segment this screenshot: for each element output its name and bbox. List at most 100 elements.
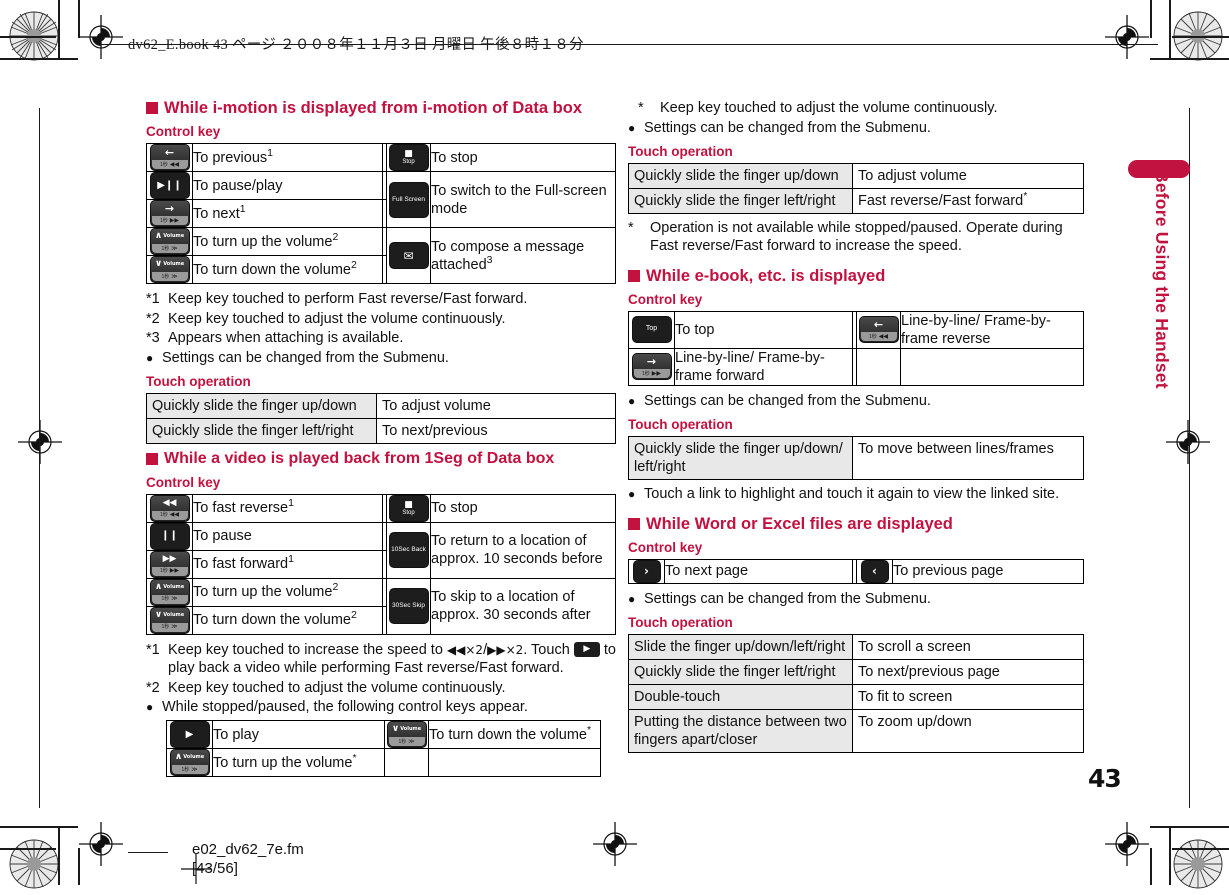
touch-action: Quickly slide the finger up/down bbox=[146, 392, 377, 419]
crop-line-bottom-right-v2 bbox=[1150, 848, 1152, 885]
to-top-caption: Top bbox=[645, 325, 658, 333]
volume-down-key-icon[interactable]: ∨ Volume 1秒 ≫ bbox=[146, 255, 193, 284]
registration-crosshair-mid-right bbox=[1166, 420, 1210, 464]
touch-action: Quickly slide the finger left/right bbox=[628, 187, 853, 214]
control-row-label: To turn up the volume bbox=[193, 584, 333, 600]
compose-message-glyph: ✉ bbox=[403, 248, 414, 263]
footnote-text: Keep key touched to adjust the volume co… bbox=[660, 100, 998, 116]
control-key-label-2: Control key bbox=[146, 474, 221, 490]
crop-line-top-h1 bbox=[0, 58, 78, 60]
footnote-text: Settings can be changed from the Submenu… bbox=[644, 392, 931, 409]
compose-message-key-icon[interactable]: ✉ bbox=[386, 227, 431, 284]
stop-key-caption: Stop bbox=[402, 159, 415, 166]
volume-up-key-icon[interactable]: ∧ Volume 1秒 ≫ bbox=[146, 227, 193, 256]
crop-line-bottom-right-h1 bbox=[1150, 826, 1229, 828]
thirty-sec-skip-key-icon[interactable]: 30Sec Skip bbox=[386, 577, 431, 635]
footnote-item: ● Settings can be changed from the Subme… bbox=[628, 392, 1084, 411]
touch-operation-table-1seg: Quickly slide the finger up/down To adju… bbox=[628, 162, 1084, 214]
touch-operation-table-ebook: Quickly slide the finger up/down/ left/r… bbox=[628, 435, 1084, 480]
control-row-label: To compose a message attached bbox=[431, 238, 585, 273]
full-screen-key-caption: Full Screen bbox=[392, 195, 425, 203]
bullet-icon: ● bbox=[628, 591, 636, 606]
touch-operation-table-word-excel: Slide the finger up/down/left/right To s… bbox=[628, 633, 1084, 753]
touch-operation-label-4: Touch operation bbox=[628, 614, 733, 630]
full-screen-key-icon[interactable]: Full Screen bbox=[386, 171, 431, 228]
pause-key-icon[interactable]: ❙❙ bbox=[146, 521, 193, 551]
stop-key-icon[interactable]: ■ Stop bbox=[386, 143, 431, 172]
registration-crosshair-bottom-left bbox=[79, 822, 123, 866]
section-heading-imotion: While i-motion is displayed from i-motio… bbox=[146, 98, 616, 118]
footer-file-info: e02_dv62_7e.fm [43/56] bbox=[192, 840, 304, 878]
registration-star-mark-bottom-left bbox=[8, 838, 60, 890]
footnote-ref: 2 bbox=[332, 581, 339, 594]
control-row-label: To top bbox=[674, 310, 853, 349]
volume-up-key-icon[interactable]: ∧ Volume 1秒 ≫ bbox=[166, 748, 213, 777]
touch-action: Double-touch bbox=[628, 683, 853, 710]
footnote-item: ● Settings can be changed from the Subme… bbox=[628, 119, 1084, 138]
footnote-ref: * bbox=[352, 751, 357, 764]
control-row-label: To return to a location of approx. 10 se… bbox=[430, 521, 616, 579]
crop-line-top-right-v2 bbox=[1150, 0, 1152, 38]
touch-action: Quickly slide the finger up/down bbox=[628, 162, 853, 189]
section-heading-text: While i-motion is displayed from i-motio… bbox=[164, 99, 583, 117]
bullet-icon: ● bbox=[628, 486, 636, 501]
control-row-label: To next page bbox=[664, 558, 853, 584]
pause-play-key-icon[interactable]: ▶❙❙ bbox=[146, 171, 193, 200]
volume-up-key-icon[interactable]: ∧ Volume 1秒 ≫ bbox=[146, 577, 193, 607]
footnote-text: Keep key touched to adjust the volume co… bbox=[168, 679, 506, 696]
stop-key-icon[interactable]: ■ Stop bbox=[386, 493, 431, 523]
footnote-item: ● Touch a link to highlight and touch it… bbox=[628, 485, 1084, 504]
footnote-text: While stopped/paused, the following cont… bbox=[162, 699, 528, 715]
next-key-icon[interactable]: → 1秒 ▶▶ bbox=[146, 199, 193, 228]
control-row-label: To turn down the volume bbox=[193, 612, 351, 628]
touch-result: Fast reverse/Fast forward bbox=[858, 192, 1024, 209]
fast-reverse-key-icon[interactable]: ◀◀ 1秒 ◀◀ bbox=[146, 493, 193, 523]
control-row-label: To turn up the volume bbox=[193, 233, 333, 250]
play-key-icon[interactable]: ▶ bbox=[166, 720, 213, 749]
crop-line-bottom-v1 bbox=[58, 826, 60, 885]
touch-result: To adjust volume bbox=[852, 162, 1084, 189]
table-row: Quickly slide the finger up/down To adju… bbox=[146, 392, 616, 419]
ten-sec-back-key-icon[interactable]: 10Sec Back bbox=[386, 521, 431, 579]
touch-action: Quickly slide the finger left/right bbox=[146, 417, 377, 444]
footnote-text-b: . Touch bbox=[523, 641, 574, 658]
empty-cell bbox=[856, 347, 901, 386]
play-key-inline-icon[interactable]: ▶ bbox=[573, 642, 600, 658]
speed-forward-label: ▶▶×2 bbox=[487, 642, 524, 657]
control-key-label-1: Control key bbox=[146, 124, 221, 139]
touch-action: Quickly slide the finger left/right bbox=[628, 658, 853, 685]
control-row-label: To previous bbox=[193, 149, 268, 166]
table-row: Quickly slide the finger up/down/ left/r… bbox=[628, 435, 1084, 480]
volume-down-key-icon[interactable]: ∨ Volume 1秒 ≫ bbox=[146, 605, 193, 635]
table-row: ❙❙ To pause 10Sec Back To return to a lo… bbox=[146, 521, 616, 579]
touch-operation-label-3: Touch operation bbox=[628, 416, 733, 432]
footnote-mark: *2 bbox=[146, 310, 160, 327]
previous-page-key-icon[interactable]: ‹ bbox=[856, 558, 893, 584]
table-row: Quickly slide the finger up/down To adju… bbox=[628, 162, 1084, 189]
line-reverse-key-icon[interactable]: ← 1秒 ◀◀ bbox=[856, 310, 901, 349]
next-page-key-icon[interactable]: › bbox=[628, 558, 665, 584]
line-forward-key-icon[interactable]: → 1秒 ▶▶ bbox=[628, 347, 675, 386]
section-heading-1seg: While a video is played back from 1Seg o… bbox=[146, 449, 616, 469]
footnote-item: *2 Keep key touched to adjust the volume … bbox=[146, 310, 616, 329]
previous-key-icon[interactable]: ← 1秒 ◀◀ bbox=[146, 143, 193, 172]
volume-down-key-icon[interactable]: ∨ Volume 1秒 ≫ bbox=[384, 720, 429, 749]
thirty-sec-skip-caption: 30Sec Skip bbox=[392, 602, 425, 609]
footnote-mark: *2 bbox=[146, 679, 160, 696]
touch-operation-table-imotion: Quickly slide the finger up/down To adju… bbox=[146, 392, 616, 444]
touch-result: To next/previous bbox=[376, 417, 616, 444]
crop-line-top-h2 bbox=[0, 36, 56, 38]
crop-line-top-right-h2 bbox=[1172, 36, 1229, 38]
chapter-title: Before Using the Handset bbox=[1152, 170, 1172, 389]
control-row-label: To turn down the volume bbox=[193, 261, 351, 278]
to-top-key-icon[interactable]: Top bbox=[628, 310, 675, 349]
control-row-label: To play bbox=[212, 720, 385, 749]
control-row-label: To turn down the volume bbox=[429, 726, 587, 743]
registration-crosshair-top-left bbox=[79, 15, 123, 59]
control-row-label: To stop bbox=[430, 143, 616, 172]
footnote-ref: 2 bbox=[350, 258, 357, 271]
empty-cell bbox=[900, 347, 1084, 386]
fast-forward-key-icon[interactable]: ▶▶ 1秒 ▶▶ bbox=[146, 549, 193, 579]
table-row: Quickly slide the finger left/right To n… bbox=[628, 658, 1084, 685]
crop-line-top-v1 bbox=[58, 0, 60, 60]
